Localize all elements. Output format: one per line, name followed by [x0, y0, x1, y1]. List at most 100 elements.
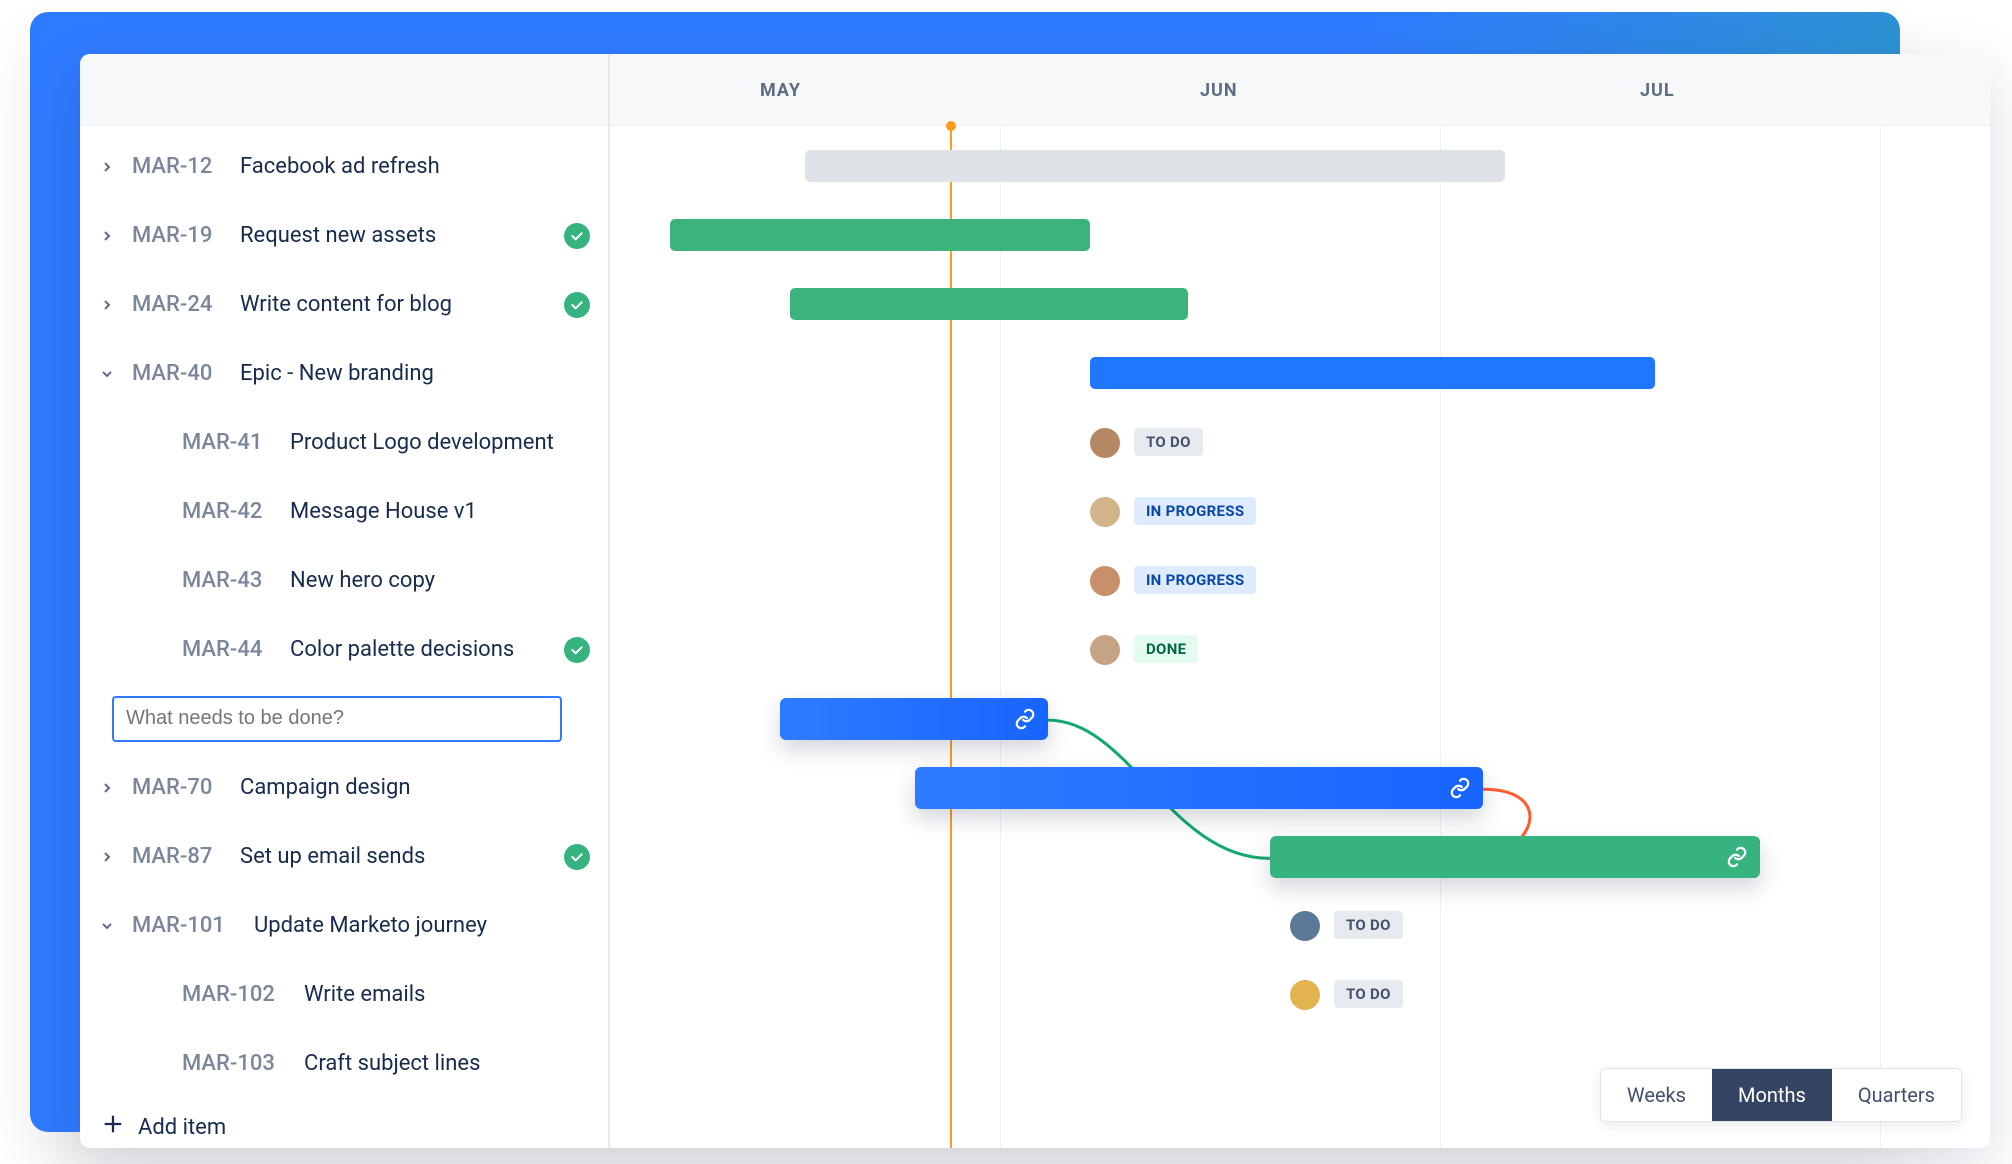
issue-title: Write content for blog [240, 292, 552, 317]
issue-title: Update Marketo journey [254, 913, 590, 938]
chevron-right-icon[interactable] [94, 154, 120, 180]
assignee-avatar[interactable] [1090, 566, 1120, 596]
timeline-row [610, 132, 1990, 201]
zoom-toggle: Weeks Months Quarters [1600, 1068, 1962, 1122]
issue-key: MAR-43 [182, 568, 278, 593]
assignee-avatar[interactable] [1090, 497, 1120, 527]
issue-key: MAR-12 [132, 154, 228, 179]
issue-title: New hero copy [290, 568, 590, 593]
gantt-bar[interactable] [915, 767, 1483, 809]
chevron-right-icon[interactable] [94, 775, 120, 801]
roadmap-panel: MAR-12 Facebook ad refresh MAR-19 Request n… [80, 54, 1990, 1148]
issue-title: Epic - New branding [240, 361, 590, 386]
chevron-down-icon[interactable] [94, 361, 120, 387]
issue-title: Set up email sends [240, 844, 552, 869]
timeline-row [610, 270, 1990, 339]
timeline-row: TO DO [610, 891, 1990, 960]
month-label: JUN [1200, 80, 1238, 101]
status-badge[interactable]: TO DO [1334, 911, 1403, 939]
status-badge[interactable]: IN PROGRESS [1134, 497, 1256, 525]
zoom-months-button[interactable]: Months [1712, 1069, 1832, 1121]
month-label: MAY [760, 80, 801, 101]
done-check-icon [564, 637, 590, 663]
done-check-icon [564, 844, 590, 870]
add-item-button[interactable]: Add item [80, 1098, 608, 1148]
assignee-avatar[interactable] [1290, 980, 1320, 1010]
gantt-bar[interactable] [670, 219, 1090, 251]
issue-key: MAR-19 [132, 223, 228, 248]
assignee-avatar[interactable] [1090, 428, 1120, 458]
issue-row[interactable]: MAR-19 Request new assets [80, 201, 608, 270]
zoom-quarters-button[interactable]: Quarters [1832, 1069, 1961, 1121]
timeline-row: TO DO [610, 960, 1990, 1029]
zoom-weeks-button[interactable]: Weeks [1601, 1069, 1712, 1121]
issue-row[interactable]: MAR-70Campaign design [80, 753, 608, 822]
timeline-area[interactable]: MAY JUN JUL TO DO IN PROGRESS IN PROGRESS D… [610, 54, 1990, 1148]
timeline-body: TO DO IN PROGRESS IN PROGRESS DONE TO DO TO D… [610, 126, 1990, 1148]
sidebar-header [80, 54, 608, 126]
issue-key: MAR-101 [132, 913, 242, 938]
issue-row[interactable]: MAR-102 Write emails [80, 960, 608, 1029]
issue-row[interactable]: MAR-12 Facebook ad refresh [80, 132, 608, 201]
timeline-row: DONE [610, 615, 1990, 684]
done-check-icon [564, 223, 590, 249]
gantt-bar[interactable] [790, 288, 1188, 320]
timeline-row [610, 201, 1990, 270]
issue-key: MAR-70 [132, 775, 228, 800]
chevron-right-icon[interactable] [94, 292, 120, 318]
add-item-label: Add item [138, 1115, 226, 1140]
chevron-right-icon[interactable] [94, 844, 120, 870]
timeline-row: TO DO [610, 408, 1990, 477]
issue-title: Request new assets [240, 223, 552, 248]
status-badge[interactable]: DONE [1134, 635, 1198, 663]
gantt-bar[interactable] [780, 698, 1048, 740]
link-icon [1449, 777, 1471, 799]
issue-row[interactable]: MAR-87 Set up email sends [80, 822, 608, 891]
issue-key: MAR-44 [182, 637, 278, 662]
issue-row[interactable]: MAR-42 Message House v1 [80, 477, 608, 546]
link-icon [1726, 846, 1748, 868]
plus-icon [102, 1113, 124, 1141]
link-icon [1014, 708, 1036, 730]
new-item-input[interactable] [112, 696, 562, 742]
timeline-row [610, 822, 1990, 891]
issue-list-sidebar: MAR-12 Facebook ad refresh MAR-19 Request n… [80, 54, 610, 1148]
issue-key: MAR-103 [182, 1051, 292, 1076]
issue-title: Facebook ad refresh [240, 154, 590, 179]
issue-key: MAR-87 [132, 844, 228, 869]
timeline-row [610, 753, 1990, 822]
issue-key: MAR-42 [182, 499, 278, 524]
gantt-bar[interactable] [1270, 836, 1760, 878]
issue-title: Message House v1 [290, 499, 590, 524]
issue-row[interactable]: MAR-103 Craft subject lines [80, 1029, 608, 1098]
gantt-bar[interactable] [805, 150, 1505, 182]
issue-title: Write emails [304, 982, 590, 1007]
issue-title: Craft subject lines [304, 1051, 590, 1076]
chevron-right-icon[interactable] [94, 223, 120, 249]
new-item-row [80, 684, 608, 753]
issue-row[interactable]: MAR-44 Color palette decisions [80, 615, 608, 684]
issue-row[interactable]: MAR-101 Update Marketo journey [80, 891, 608, 960]
month-label: JUL [1640, 80, 1675, 101]
issue-row[interactable]: MAR-41Product Logo development [80, 408, 608, 477]
issue-key: MAR-40 [132, 361, 228, 386]
issue-key: MAR-102 [182, 982, 292, 1007]
timeline-row: IN PROGRESS [610, 477, 1990, 546]
status-badge[interactable]: TO DO [1134, 428, 1203, 456]
status-badge[interactable]: TO DO [1334, 980, 1403, 1008]
chevron-down-icon[interactable] [94, 913, 120, 939]
issue-key: MAR-41 [182, 430, 278, 455]
issue-row[interactable]: MAR-43 New hero copy [80, 546, 608, 615]
assignee-avatar[interactable] [1090, 635, 1120, 665]
done-check-icon [564, 292, 590, 318]
gantt-bar[interactable] [1090, 357, 1655, 389]
issue-title: Color palette decisions [290, 637, 552, 662]
issue-row[interactable]: MAR-40 Epic - New branding [80, 339, 608, 408]
timeline-row: IN PROGRESS [610, 546, 1990, 615]
issue-row[interactable]: MAR-24 Write content for blog [80, 270, 608, 339]
issue-list: MAR-12 Facebook ad refresh MAR-19 Request n… [80, 126, 608, 1148]
assignee-avatar[interactable] [1290, 911, 1320, 941]
timeline-row [610, 339, 1990, 408]
issue-key: MAR-24 [132, 292, 228, 317]
status-badge[interactable]: IN PROGRESS [1134, 566, 1256, 594]
